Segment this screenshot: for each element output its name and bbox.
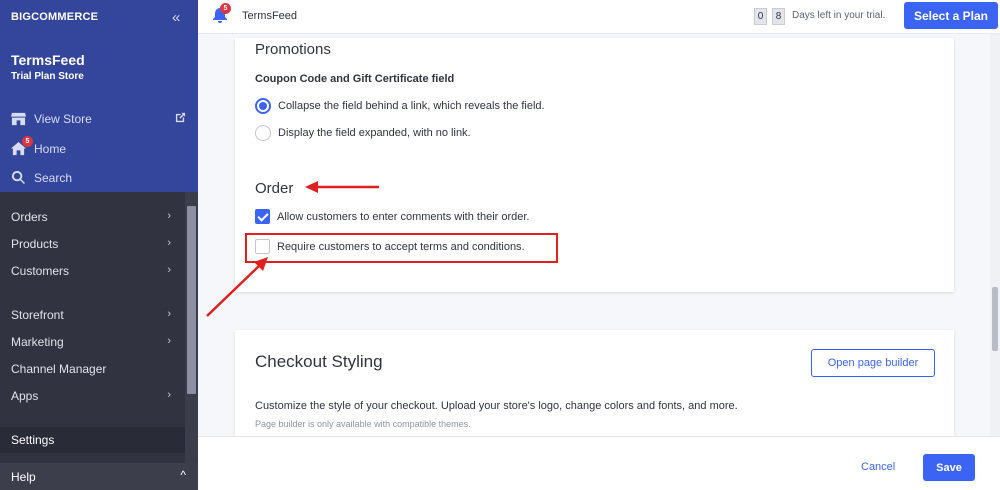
arrow-to-terms-checkbox-icon xyxy=(206,257,268,317)
annotation-arrows xyxy=(206,181,379,317)
arrow-to-order-icon xyxy=(305,181,379,193)
